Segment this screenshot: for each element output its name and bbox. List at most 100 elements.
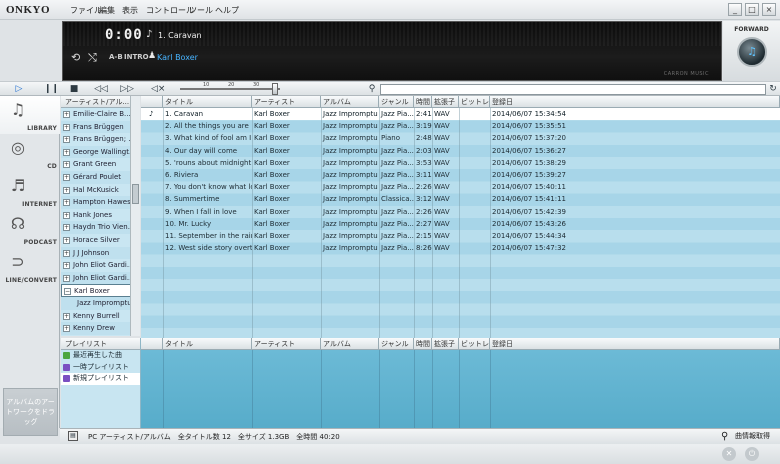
volume-slider-thumb[interactable] <box>272 83 278 95</box>
tree-artist-item[interactable]: + Kenny Burrell <box>61 310 139 323</box>
track-cell-genre: Jazz Pia... <box>381 219 414 228</box>
expand-icon[interactable]: + <box>63 262 70 270</box>
nav-line-convert[interactable]: ⊃ LINE/CONVERT <box>0 248 60 286</box>
menu-help[interactable]: ヘルプ <box>215 5 239 16</box>
close-button[interactable]: × <box>762 3 776 16</box>
next-button[interactable]: ▷▷ <box>119 83 135 95</box>
tree-scrollbar-thumb[interactable] <box>132 184 139 204</box>
previous-button[interactable]: ◁◁ <box>93 83 109 95</box>
playlist-col-header-extension[interactable]: 拡張子 <box>432 338 459 350</box>
col-header-genre[interactable]: ジャンル <box>379 96 414 108</box>
col-header-status[interactable] <box>141 96 163 108</box>
tree-artist-item[interactable]: + Emilie-Claire B... <box>61 108 139 121</box>
col-header-date[interactable]: 登録日 <box>490 96 780 108</box>
expand-icon[interactable]: + <box>63 249 70 257</box>
playlist-col-header-genre[interactable]: ジャンル <box>379 338 414 350</box>
expand-icon[interactable]: + <box>63 325 70 333</box>
speaker-off-icon[interactable]: ✕ <box>722 447 736 461</box>
playlist-item[interactable]: 最近再生した曲 <box>61 350 140 362</box>
col-header-time[interactable]: 時間 <box>414 96 432 108</box>
expand-icon[interactable]: + <box>63 186 70 194</box>
tree-artist-item[interactable]: + John Eliot Gardi... <box>61 271 139 285</box>
tree-artist-item[interactable]: + Grant Green <box>61 158 139 171</box>
expand-icon[interactable]: + <box>63 199 70 207</box>
expand-icon[interactable]: + <box>63 111 70 118</box>
menu-control[interactable]: コントロール <box>146 5 194 16</box>
playlist-col-header-title[interactable]: タイトル <box>163 338 252 350</box>
tree-artist-item[interactable]: + J J Johnson <box>61 246 139 260</box>
intro-button[interactable]: INTRO <box>124 53 149 61</box>
tree-album-item[interactable]: Jazz Impromptu <box>61 296 139 310</box>
col-header-album[interactable]: アルバム <box>321 96 379 108</box>
playlist-col-header-status[interactable] <box>141 338 163 350</box>
tree-artist-item[interactable]: + Hal McKusick <box>61 184 139 197</box>
forward-button[interactable]: ♫ <box>737 37 767 67</box>
power-icon[interactable]: ⏻ <box>745 447 759 461</box>
shuffle-icon[interactable]: ⤭ <box>88 51 97 65</box>
tree-artist-item[interactable]: − Karl Boxer <box>61 284 139 297</box>
expand-icon[interactable]: + <box>63 274 70 282</box>
playlist-header[interactable]: プレイリスト <box>61 338 140 350</box>
nav-library[interactable]: ♫ LIBRARY <box>0 96 60 134</box>
now-playing-display: 0:00 ♪ 1. Caravan ⟲ ⤭ A-B INTRO ♟ Karl B… <box>62 21 722 81</box>
forward-label: FORWARD <box>734 26 769 33</box>
playlist-col-header-artist[interactable]: アーティスト <box>252 338 321 350</box>
expand-icon[interactable]: + <box>63 123 70 131</box>
tree-artist-item[interactable]: + Hampton Hawes <box>61 196 139 209</box>
col-header-artist[interactable]: アーティスト <box>252 96 321 108</box>
maximize-button[interactable]: □ <box>745 3 759 16</box>
tree-artist-item[interactable]: + George Wallingt... <box>61 145 139 159</box>
search-input[interactable] <box>380 84 766 95</box>
col-header-title[interactable]: タイトル <box>163 96 252 108</box>
col-header-extension[interactable]: 拡張子 <box>432 96 459 108</box>
expand-icon[interactable]: + <box>63 173 70 181</box>
menu-edit[interactable]: 編集 <box>99 5 115 16</box>
mute-icon[interactable]: ◁× <box>151 83 165 95</box>
expand-icon[interactable]: + <box>63 161 70 169</box>
tree-artist-item[interactable]: +Kine Cole <box>61 335 139 336</box>
playlist-col-header-time[interactable]: 時間 <box>414 338 432 350</box>
tree-artist-item[interactable]: + John Eliot Gardi... <box>61 259 139 272</box>
tree-scrollbar[interactable] <box>130 96 140 336</box>
expand-icon[interactable]: + <box>63 224 70 232</box>
menu-tools[interactable]: ツール <box>189 5 213 16</box>
playlist-col-header-bitrate[interactable]: ビットレー... <box>459 338 490 350</box>
playlist-track-area[interactable] <box>141 350 780 428</box>
tree-artist-item[interactable]: + Frans Brüggen <box>61 120 139 134</box>
playlist-item[interactable]: 一時プレイリスト <box>61 362 140 374</box>
volume-slider-track[interactable] <box>180 88 280 90</box>
expand-icon[interactable]: + <box>63 312 70 320</box>
menu-file[interactable]: ファイル <box>70 5 102 16</box>
expand-icon[interactable]: + <box>63 236 70 244</box>
expand-icon[interactable]: + <box>63 136 70 144</box>
expand-icon[interactable]: + <box>63 148 70 156</box>
playlist-col-header-album[interactable]: アルバム <box>321 338 379 350</box>
minimize-button[interactable]: _ <box>728 3 742 16</box>
nav-internet[interactable]: ♬ INTERNET <box>0 172 60 210</box>
playlist-col-header-date[interactable]: 登録日 <box>490 338 780 350</box>
play-button[interactable]: ▷ <box>13 83 25 95</box>
pause-button[interactable]: ❙❙ <box>44 83 59 95</box>
ab-repeat-button[interactable]: A-B <box>109 53 123 61</box>
tree-artist-item[interactable]: + Haydn Trio Vien... <box>61 221 139 234</box>
menu-view[interactable]: 表示 <box>122 5 138 16</box>
collapse-icon[interactable]: − <box>64 288 71 296</box>
tree-artist-item[interactable]: + Gérard Poulet <box>61 170 139 184</box>
playlist-item[interactable]: 新規プレイリスト <box>61 373 140 385</box>
track-cell-album: Jazz Impromptu <box>323 183 378 192</box>
tree-artist-item[interactable]: + Frans Brüggen; ... <box>61 133 139 146</box>
tree-artist-item[interactable]: + Kenny Drew <box>61 322 139 335</box>
expand-icon[interactable]: + <box>63 211 70 219</box>
repeat-icon[interactable]: ⟲ <box>71 51 80 64</box>
tree-header[interactable]: アーティスト/アル... <box>61 96 139 108</box>
nav-podcast[interactable]: ☊ PODCAST <box>0 210 60 248</box>
nav-cd[interactable]: ◎ CD <box>0 134 60 172</box>
tree-artist-item[interactable]: + Hank Jones <box>61 209 139 222</box>
stop-button[interactable]: ■ <box>68 83 80 95</box>
artwork-drop-zone[interactable]: アルバムのアートワークをドラッグ <box>3 388 58 436</box>
tree-artist-item[interactable]: + Horace Silver <box>61 234 139 247</box>
track-cell-extension: WAV <box>434 171 450 179</box>
get-track-info-button[interactable]: ⚲ 曲情報取得 <box>721 430 770 443</box>
refresh-icon[interactable]: ↻ <box>767 83 779 95</box>
col-header-bitrate[interactable]: ビットレー... <box>459 96 490 108</box>
